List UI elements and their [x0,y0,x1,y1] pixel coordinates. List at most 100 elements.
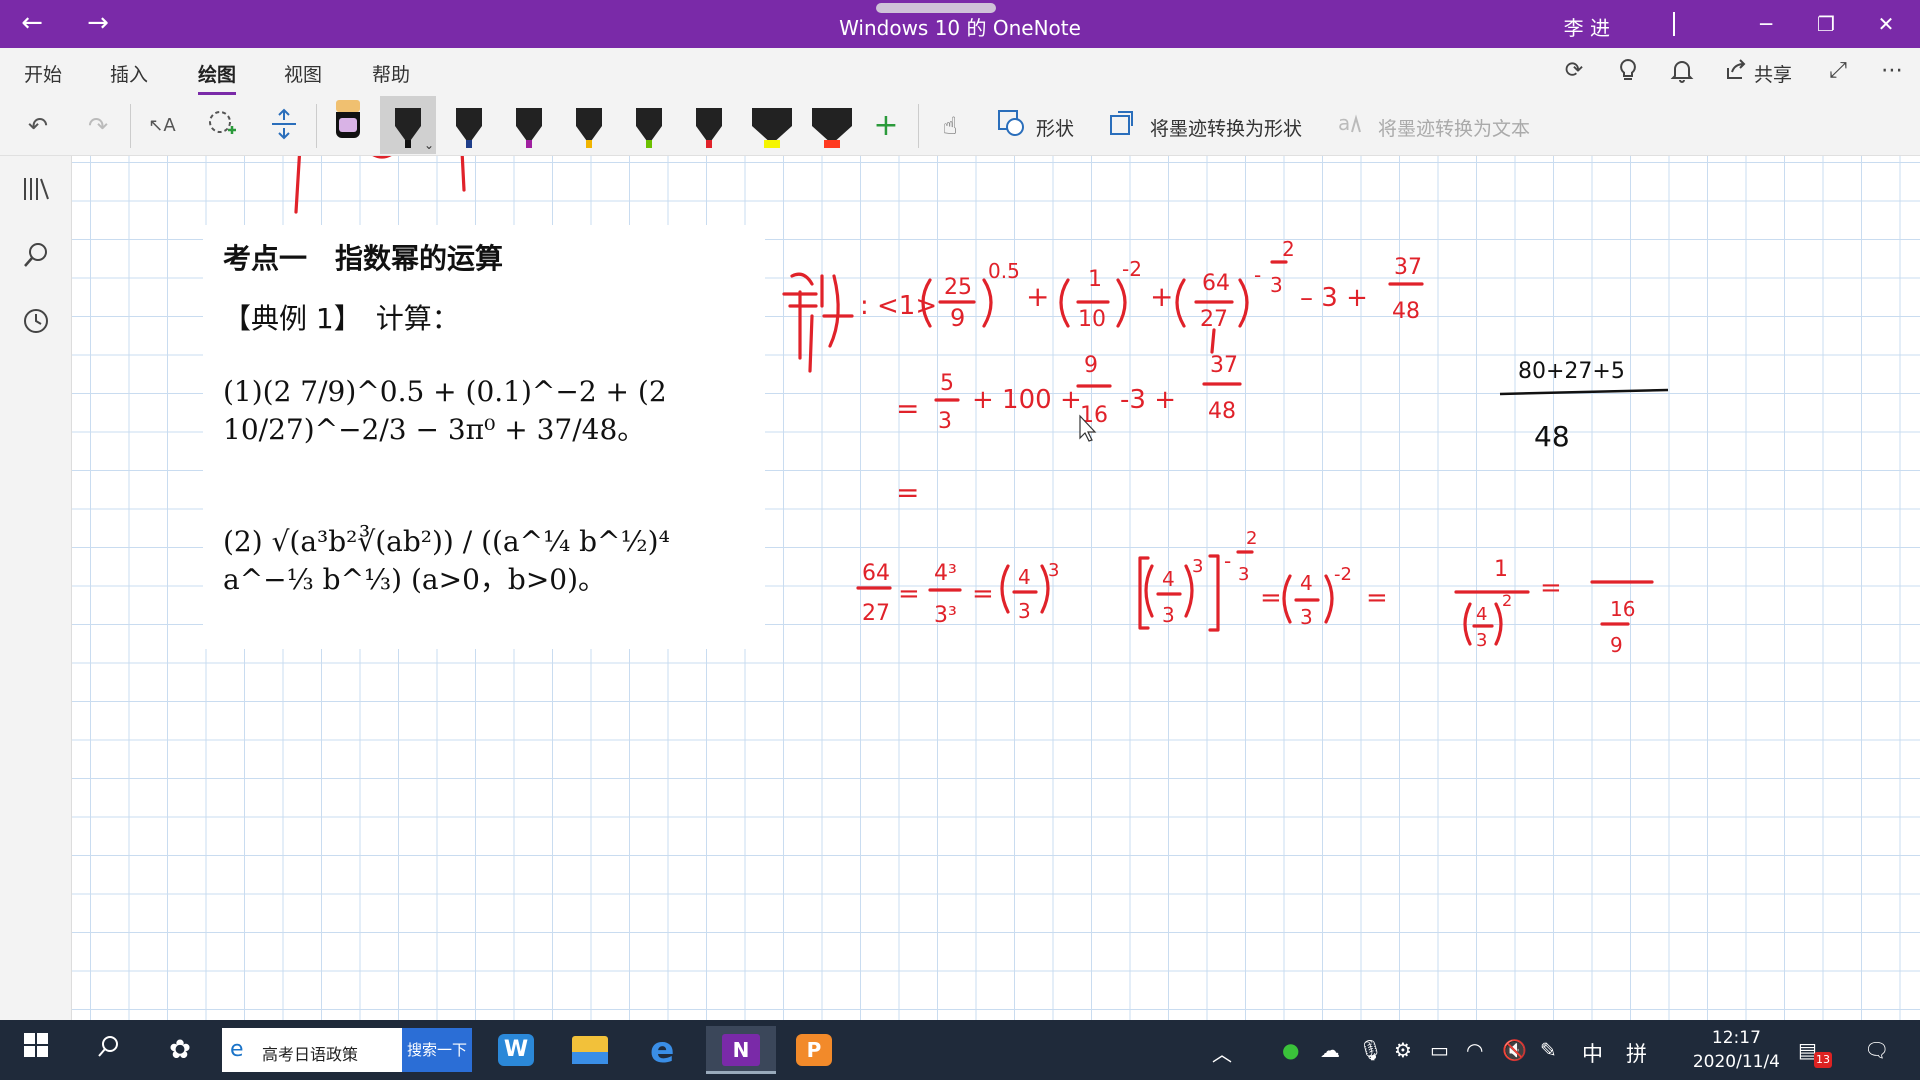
add-pen-icon[interactable]: + [866,108,906,144]
tab-view[interactable]: 视图 [284,60,322,87]
highlighter-yellow[interactable] [744,96,800,154]
svg-text:2: 2 [1502,591,1512,610]
bell-icon[interactable] [1666,58,1698,90]
pen-tray-icon[interactable]: ✎ [1540,1038,1557,1062]
tray-chevron-up-icon[interactable]: ︿ [1212,1038,1232,1067]
browser-search-button[interactable]: 搜索一下 [402,1028,472,1072]
pen-red[interactable] [684,96,732,154]
highlighter-red[interactable] [804,96,860,154]
tray-app-icon[interactable]: ● [1282,1038,1299,1062]
title-separator [1673,12,1675,36]
browser-search-text[interactable]: 高考日语政策 [262,1041,358,1065]
system-clock[interactable]: 12:17 2020/11/4 [1693,1026,1780,1074]
microphone-icon[interactable]: 🎙 [1358,1038,1383,1062]
svg-text:4: 4 [1476,604,1487,625]
insert-space-icon[interactable] [264,108,304,144]
toolbar-separator [130,104,131,148]
svg-text:a: a [1338,111,1350,135]
user-name[interactable]: 李 进 [1564,12,1610,41]
tray-tool-icon[interactable]: ⚙ [1394,1038,1412,1062]
svg-text:5: 5 [940,371,954,396]
ink-to-text-icon[interactable]: a [1336,108,1366,145]
pen-green[interactable] [624,96,672,154]
svg-text:+: + [1150,280,1173,313]
svg-text:+: + [1026,280,1049,313]
volume-muted-icon[interactable]: 🔇 [1502,1038,1527,1062]
highlighter-lavender-pen[interactable] [324,96,372,154]
notebooks-icon[interactable] [16,174,56,214]
svg-text:3: 3 [1300,605,1313,629]
handwritten-ink: : <1> 25 9 0.5 + 1 10 -2 + 64 27 - 2 3 –… [294,156,1669,657]
pinwheel-app-icon[interactable]: ✿ [158,1030,202,1070]
svg-text:4: 4 [1300,571,1313,595]
title-bar: ← → Windows 10 的 OneNote 李 进 ─ ❐ ✕ [0,0,1920,48]
ink-to-text-button[interactable]: 将墨迹转换为文本 [1378,114,1530,141]
ink-to-shape-button[interactable]: 将墨迹转换为形状 [1150,114,1302,141]
lasso-select-icon[interactable] [202,108,242,144]
svg-text:16: 16 [1610,597,1635,621]
browser-search-box[interactable]: e 高考日语政策 搜索一下 [222,1028,472,1072]
svg-text:-2: -2 [1122,257,1142,281]
taskbar-app-onenote[interactable]: N [706,1026,776,1074]
windows-start-icon[interactable] [14,1030,58,1070]
svg-text:– 3 +: – 3 + [1300,283,1368,313]
search-icon[interactable] [16,240,56,280]
svg-text:-: - [1254,263,1261,287]
fullscreen-icon[interactable]: ⤢ [1822,58,1854,83]
svg-text:=: = [1540,573,1562,603]
touch-draw-icon[interactable]: ☝ [930,108,970,144]
tab-draw[interactable]: 绘图 [198,60,237,95]
taskbar-app-presentation[interactable]: P [786,1026,842,1074]
shapes-button[interactable]: 形状 [1036,114,1074,141]
taskbar-app-wps[interactable]: W [488,1026,544,1074]
notification-count-badge: 13 [1814,1052,1832,1068]
chevron-down-icon[interactable]: ⌄ [424,138,434,152]
close-button[interactable]: ✕ [1856,6,1916,42]
tab-home[interactable]: 开始 [24,60,62,87]
svg-text:3: 3 [1270,273,1283,297]
wifi-icon[interactable]: ◠ [1466,1038,1483,1062]
pen-purple[interactable] [504,96,552,154]
svg-text:37: 37 [1394,255,1422,280]
ime-language[interactable]: 中 [1582,1038,1603,1068]
svg-text:=: = [898,579,920,609]
tab-help[interactable]: 帮助 [372,60,410,87]
battery-icon[interactable]: ▭ [1430,1038,1449,1062]
tab-insert[interactable]: 插入 [110,60,148,87]
note-canvas[interactable]: 考点一 指数幂的运算 【典例 1】 计算： (1)(2 7/9)^0.5 + (… [72,156,1920,1066]
svg-text:48: 48 [1534,420,1570,453]
pen-orange[interactable] [564,96,612,154]
sync-icon[interactable]: ⟳ [1558,58,1590,83]
svg-text:80+27+5: 80+27+5 [1518,359,1625,384]
svg-text:10: 10 [1078,307,1106,332]
svg-text:2: 2 [1282,237,1295,261]
pen-black-selected[interactable]: ⌄ [380,96,436,154]
undo-icon[interactable]: ↶ [18,108,58,144]
ink-to-shape-icon[interactable] [1108,108,1138,145]
pen-navy[interactable] [444,96,492,154]
ie-icon: e [230,1037,244,1062]
recent-clock-icon[interactable] [16,306,56,346]
svg-text:2: 2 [1246,528,1257,549]
share-icon[interactable] [1720,58,1752,88]
restore-button[interactable]: ❐ [1796,6,1856,42]
svg-text:4³: 4³ [934,561,957,586]
cloud-icon[interactable]: ☁ [1320,1038,1340,1062]
svg-text:3: 3 [1048,560,1059,581]
taskbar-app-explorer[interactable] [562,1026,618,1074]
redo-icon[interactable]: ↷ [78,108,118,144]
ime-mode[interactable]: 拼 [1626,1038,1647,1068]
more-icon[interactable]: ⋯ [1876,58,1908,83]
svg-text:48: 48 [1392,299,1420,324]
svg-text:25: 25 [944,275,972,300]
share-button[interactable]: 共享 [1754,60,1792,87]
minimize-button[interactable]: ─ [1736,6,1796,42]
taskbar-search-icon[interactable] [86,1030,130,1070]
taskbar-app-edge[interactable]: e [638,1026,694,1074]
shapes-icon[interactable] [996,108,1026,145]
lightbulb-icon[interactable] [1612,58,1644,90]
svg-text:3: 3 [1192,556,1203,577]
clock-time: 12:17 [1711,1028,1761,1048]
action-center-icon[interactable]: 🗨 [1864,1038,1889,1062]
type-select-icon[interactable]: ↖A [142,108,182,144]
